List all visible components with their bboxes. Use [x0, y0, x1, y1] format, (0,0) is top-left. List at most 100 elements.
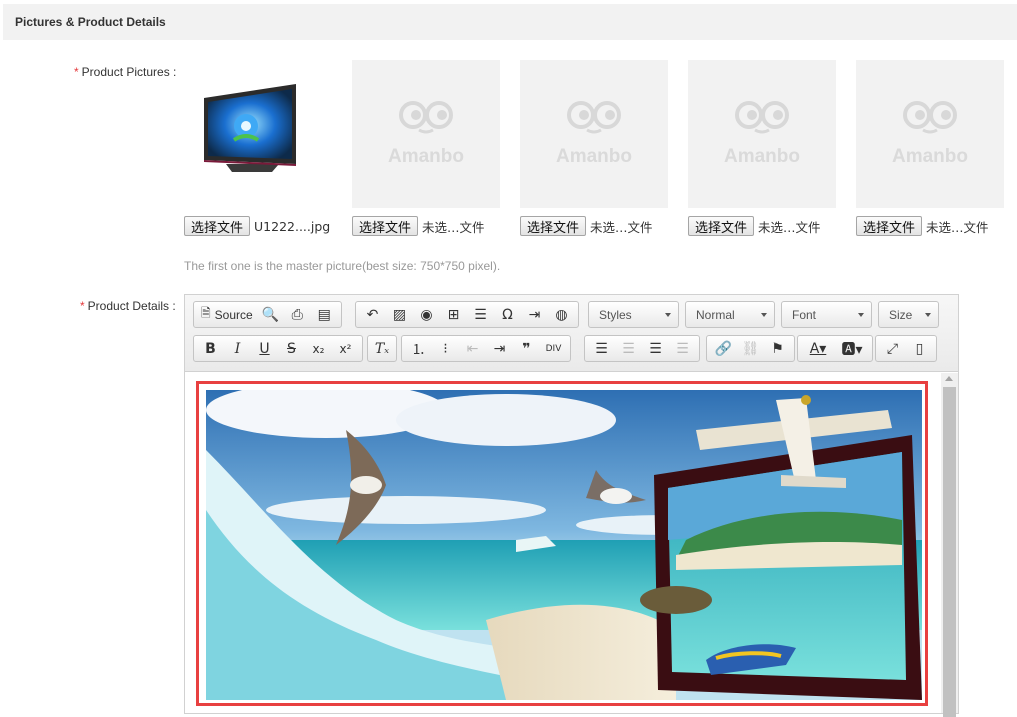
toolbar-group-document: 🗎 Source 🔍 ⎙ ▤	[193, 301, 342, 328]
picture-slot-5: Amanbo	[856, 60, 1006, 208]
scroll-up-icon[interactable]	[945, 376, 953, 381]
placeholder-logo-text: Amanbo	[388, 146, 464, 167]
chevron-down-icon	[925, 313, 931, 317]
choose-file-button[interactable]: 选择文件	[352, 216, 419, 236]
picture-slot-4: Amanbo	[688, 60, 838, 208]
show-blocks-icon[interactable]: ▯	[906, 337, 933, 361]
templates-icon[interactable]: ▤	[311, 303, 338, 327]
text-color-icon[interactable]: A▾	[801, 337, 835, 361]
toolbar-group-insert: ↶ ▨ ◉ ⊞ ☰ Ω ⇥ ◍	[355, 301, 579, 328]
logo-eyes-icon	[903, 101, 957, 134]
product-thumbnail	[184, 60, 332, 208]
toolbar-group-links: 🔗 ⛓ ⚑	[706, 335, 795, 362]
toolbar-group-basic: B I U S x₂ x²	[193, 335, 363, 362]
size-select[interactable]: Size	[878, 301, 939, 328]
master-picture-hint: The first one is the master picture(best…	[184, 259, 501, 273]
choose-file-button[interactable]: 选择文件	[184, 216, 251, 236]
image-icon[interactable]: ▨	[386, 303, 413, 327]
placeholder-thumbnail: Amanbo	[856, 60, 1004, 208]
chevron-down-icon	[858, 313, 864, 317]
iframe-icon[interactable]: ◍	[548, 303, 575, 327]
placeholder-logo-text: Amanbo	[892, 146, 968, 167]
table-icon[interactable]: ⊞	[440, 303, 467, 327]
preview-icon[interactable]: 🔍	[257, 303, 284, 327]
file-name: 未选…文件	[590, 219, 653, 235]
file-chooser-5: 选择文件 未选…文件	[856, 215, 989, 237]
numbered-list-icon[interactable]: ⒈	[405, 337, 432, 361]
file-name: 未选…文件	[926, 219, 989, 235]
choose-file-button[interactable]: 选择文件	[688, 216, 755, 236]
remove-format-icon[interactable]: Tₓ	[370, 337, 394, 361]
align-right-icon[interactable]: ☰	[642, 337, 669, 361]
bold-icon[interactable]: B	[197, 337, 224, 361]
print-icon[interactable]: ⎙	[284, 303, 311, 327]
rich-text-editor: 🗎 Source 🔍 ⎙ ▤ ↶ ▨ ◉ ⊞ ☰ Ω ⇥ ◍ Styles Nor…	[184, 294, 959, 717]
background-color-icon[interactable]: 🅰▾	[835, 337, 869, 361]
source-button[interactable]: 🗎 Source	[197, 303, 257, 327]
editor-scrollbar[interactable]	[941, 373, 958, 717]
scroll-thumb[interactable]	[943, 387, 956, 717]
chevron-down-icon	[761, 313, 767, 317]
file-chooser-1: 选择文件 U1222....jpg	[184, 215, 330, 237]
product-banner-image	[206, 390, 922, 700]
placeholder-thumbnail: Amanbo	[352, 60, 500, 208]
editor-toolbar: 🗎 Source 🔍 ⎙ ▤ ↶ ▨ ◉ ⊞ ☰ Ω ⇥ ◍ Styles Nor…	[185, 295, 958, 372]
file-name: 未选…文件	[422, 219, 485, 235]
font-select[interactable]: Font	[781, 301, 872, 328]
section-header: Pictures & Product Details	[3, 4, 1017, 40]
toolbar-group-colors: A▾ 🅰▾	[797, 335, 873, 362]
logo-eyes-icon	[399, 101, 453, 134]
placeholder-logo-text: Amanbo	[556, 146, 632, 167]
picture-slot-1	[184, 60, 334, 208]
italic-icon[interactable]: I	[224, 337, 251, 361]
picture-slot-2: Amanbo	[352, 60, 502, 208]
selected-image-frame[interactable]	[196, 381, 928, 706]
superscript-icon[interactable]: x²	[332, 337, 359, 361]
placeholder-thumbnail: Amanbo	[520, 60, 668, 208]
toolbar-group-tools: ⤢ ▯	[875, 335, 937, 362]
strike-icon[interactable]: S	[278, 337, 305, 361]
unlink-icon[interactable]: ⛓	[737, 337, 764, 361]
toolbar-group-paragraph: ⒈ ⁝ ⇤ ⇥ ❞ DIV	[401, 335, 571, 362]
align-left-icon[interactable]: ☰	[588, 337, 615, 361]
outdent-icon[interactable]: ⇤	[459, 337, 486, 361]
file-chooser-3: 选择文件 未选…文件	[520, 215, 653, 237]
justify-icon[interactable]: ☰	[669, 337, 696, 361]
logo-eyes-icon	[735, 101, 789, 134]
chevron-down-icon	[665, 313, 671, 317]
logo-eyes-icon	[567, 101, 621, 134]
editor-content-area[interactable]	[185, 373, 958, 717]
product-details-label: * Product Details :	[80, 299, 176, 313]
file-name: U1222....jpg	[254, 218, 331, 234]
file-name: 未选…文件	[758, 219, 821, 235]
styles-select[interactable]: Styles	[588, 301, 679, 328]
flash-icon[interactable]: ◉	[413, 303, 440, 327]
bulleted-list-icon[interactable]: ⁝	[432, 337, 459, 361]
underline-icon[interactable]: U	[251, 337, 278, 361]
align-center-icon[interactable]: ☰	[615, 337, 642, 361]
special-char-icon[interactable]: Ω	[494, 303, 521, 327]
div-container-icon[interactable]: DIV	[540, 337, 567, 361]
toolbar-group-clear: Tₓ	[367, 335, 397, 362]
source-icon: 🗎	[201, 306, 211, 320]
format-select[interactable]: Normal	[685, 301, 775, 328]
indent-icon[interactable]: ⇥	[486, 337, 513, 361]
subscript-icon[interactable]: x₂	[305, 337, 332, 361]
file-chooser-4: 选择文件 未选…文件	[688, 215, 821, 237]
placeholder-thumbnail: Amanbo	[688, 60, 836, 208]
section-title: Pictures & Product Details	[15, 15, 166, 29]
file-chooser-2: 选择文件 未选…文件	[352, 215, 485, 237]
link-icon[interactable]: 🔗	[710, 337, 737, 361]
page-break-icon[interactable]: ⇥	[521, 303, 548, 327]
undo-icon[interactable]: ↶	[359, 303, 386, 327]
toolbar-group-align: ☰ ☰ ☰ ☰	[584, 335, 700, 362]
choose-file-button[interactable]: 选择文件	[856, 216, 923, 236]
anchor-flag-icon[interactable]: ⚑	[764, 337, 791, 361]
blockquote-icon[interactable]: ❞	[513, 337, 540, 361]
product-pictures-label: * Product Pictures :	[74, 65, 177, 79]
maximize-icon[interactable]: ⤢	[879, 337, 906, 361]
picture-slot-3: Amanbo	[520, 60, 670, 208]
placeholder-logo-text: Amanbo	[724, 146, 800, 167]
choose-file-button[interactable]: 选择文件	[520, 216, 587, 236]
horizontal-line-icon[interactable]: ☰	[467, 303, 494, 327]
